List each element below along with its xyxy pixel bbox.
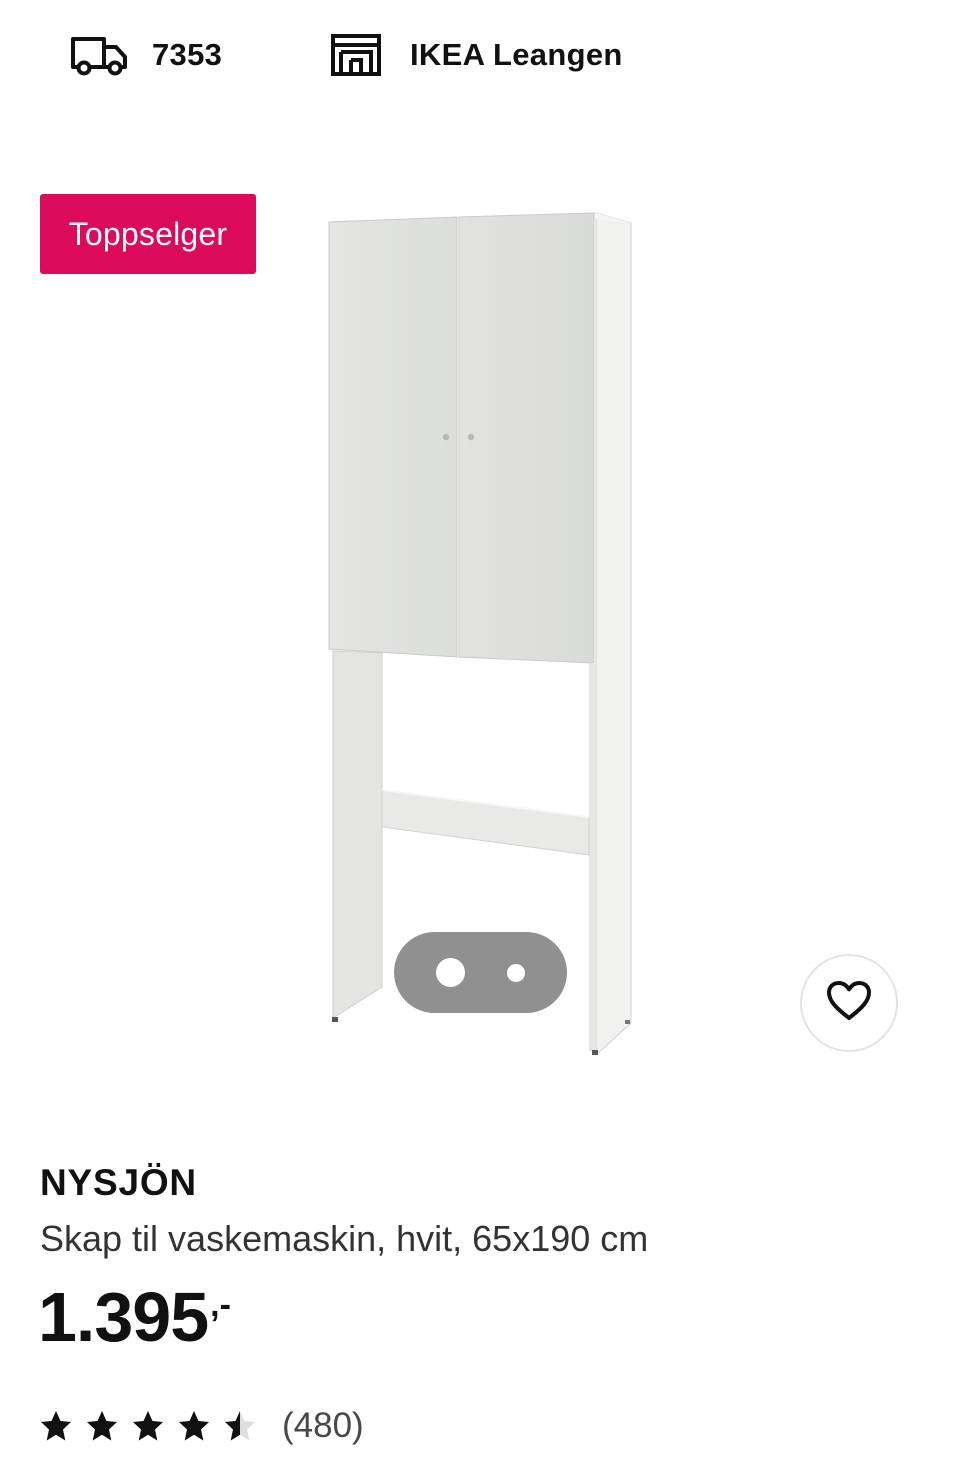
star-full-icon: [41, 1411, 71, 1441]
star-half-icon: [225, 1411, 255, 1441]
star-full-icon: [179, 1411, 209, 1441]
carousel-dot[interactable]: [507, 964, 525, 982]
add-to-favourites-button[interactable]: [800, 954, 898, 1052]
top-seller-badge: Toppselger: [40, 194, 256, 274]
product-rating[interactable]: (480): [40, 1404, 364, 1448]
heart-outline-icon: [826, 980, 872, 1027]
product-price: 1.395 ,-: [38, 1282, 231, 1352]
delivery-truck-icon: [70, 34, 128, 76]
store-name: IKEA Leangen: [410, 37, 623, 72]
review-count: (480): [282, 1406, 364, 1445]
carousel-dot-active[interactable]: [436, 958, 465, 987]
price-amount: 1.395: [38, 1278, 209, 1356]
star-full-icon: [87, 1411, 117, 1441]
delivery-postcode: 7353: [152, 37, 223, 72]
product-description: Skap til vaskemaskin, hvit, 65x190 cm: [40, 1218, 649, 1259]
price-suffix: ,-: [210, 1286, 231, 1324]
delivery-postcode-button[interactable]: 7353: [70, 30, 222, 80]
star-full-icon: [133, 1411, 163, 1441]
product-name[interactable]: NYSJÖN: [40, 1162, 197, 1204]
store-icon: [330, 33, 382, 77]
top-bar: 7353 IKEA Leangen: [0, 0, 960, 110]
image-carousel-indicator[interactable]: [394, 932, 567, 1013]
rating-stars: [40, 1410, 270, 1442]
store-selector-button[interactable]: IKEA Leangen: [330, 30, 623, 80]
